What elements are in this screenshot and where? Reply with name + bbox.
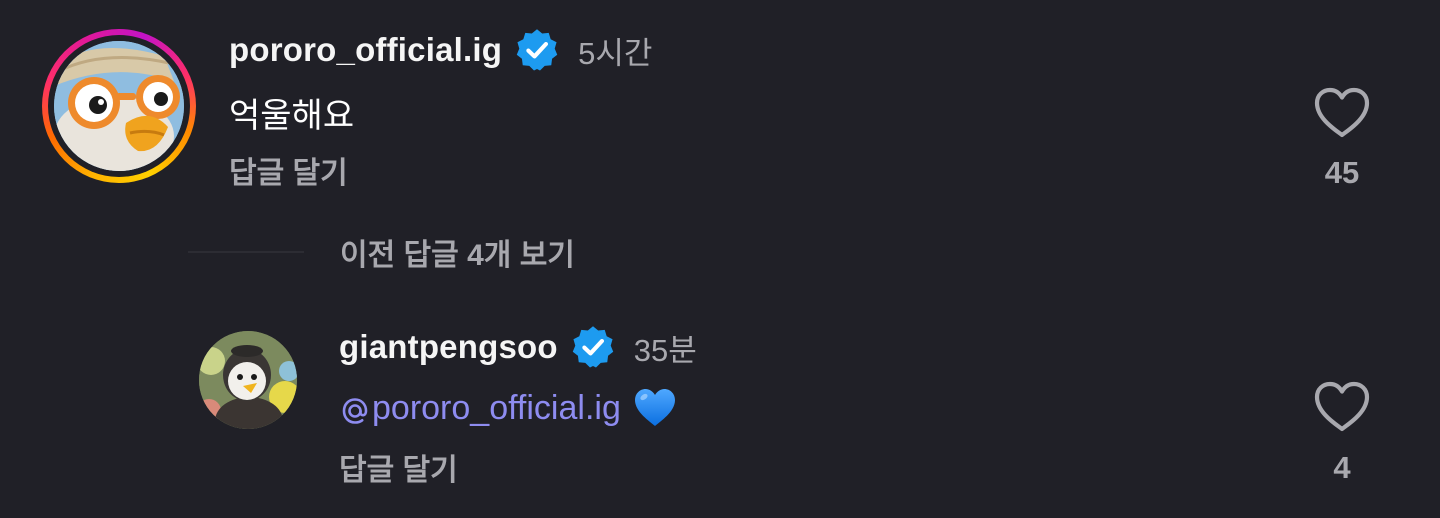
timestamp: 35분	[633, 332, 697, 368]
comment-header: pororo_official.ig 5시간	[229, 28, 652, 72]
username[interactable]: giantpengsoo	[339, 328, 558, 366]
mention-username: pororo_official.ig	[372, 388, 621, 427]
view-previous-replies-label: 이전 답글 4개 보기	[340, 239, 575, 272]
reply-button[interactable]: 답글 달기	[339, 445, 458, 489]
at-sign-icon	[342, 397, 368, 424]
comments-panel: pororo_official.ig 5시간 억울해요 답글 달기 45 이전 …	[0, 0, 1440, 518]
comment-text: 억울해요	[229, 97, 355, 135]
heart-outline-icon[interactable]	[1313, 380, 1371, 434]
avatar[interactable]	[42, 29, 196, 183]
like-count: 4	[1333, 450, 1351, 485]
pengsoo-avatar-illustration	[199, 331, 297, 429]
reply: giantpengsoo 35분 pororo_official.ig 답글 달…	[0, 310, 1440, 510]
avatar[interactable]	[199, 331, 297, 429]
username[interactable]: pororo_official.ig	[229, 31, 502, 69]
verified-badge-icon	[516, 29, 558, 71]
divider	[188, 251, 304, 253]
like-count: 45	[1324, 155, 1360, 190]
mention-link[interactable]: pororo_official.ig	[339, 389, 621, 428]
pororo-avatar-illustration	[54, 41, 184, 171]
reply-text: pororo_official.ig 💙	[339, 386, 677, 430]
verified-badge-icon	[572, 326, 613, 368]
reply-button[interactable]: 답글 달기	[229, 148, 348, 192]
timestamp: 5시간	[578, 35, 653, 71]
blue-heart-emoji-icon	[634, 389, 675, 426]
comment: pororo_official.ig 5시간 억울해요 답글 달기 45	[0, 0, 1440, 210]
avatar-image	[54, 41, 184, 171]
reply-header: giantpengsoo 35분	[339, 325, 697, 369]
heart-outline-icon[interactable]	[1313, 86, 1371, 140]
view-previous-replies-button[interactable]: 이전 답글 4개 보기	[188, 230, 575, 274]
